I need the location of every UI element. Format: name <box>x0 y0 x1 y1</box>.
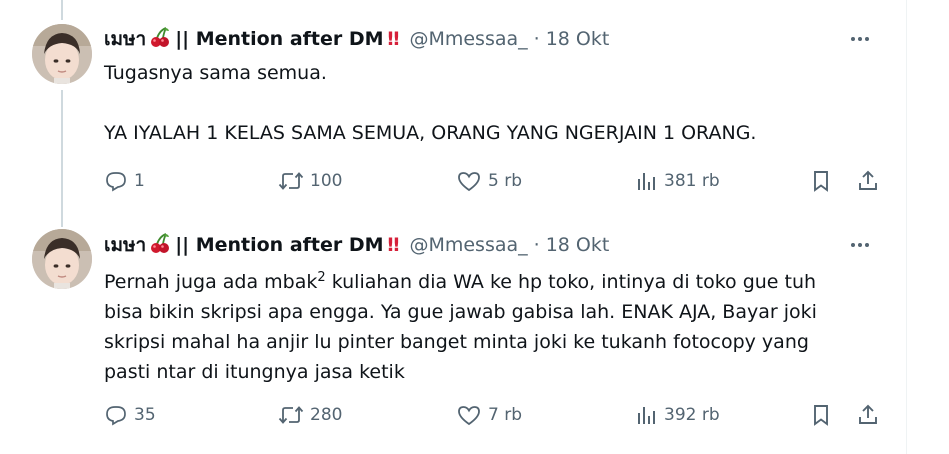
views-count: 381 rb <box>664 171 720 191</box>
like-count: 5 rb <box>488 171 522 191</box>
like-icon <box>458 406 480 426</box>
views-button[interactable]: 392 rb <box>634 400 720 430</box>
tweet-text-line: skripsi mahal ha anjir lu pinter banget … <box>104 331 809 353</box>
avatar[interactable] <box>32 229 92 289</box>
tweet-text-line <box>104 88 884 118</box>
reply-count: 35 <box>134 405 156 425</box>
superscript: 2 <box>317 270 326 285</box>
timestamp[interactable]: 18 Okt <box>546 234 610 256</box>
bookmark-button[interactable] <box>809 400 839 430</box>
cherry-icon <box>149 232 171 259</box>
tweet-header: เมษา || Mention after DM ‼ @Mmessaa_ · 1… <box>104 231 609 259</box>
views-icon <box>638 173 655 190</box>
double-exclamation-icon: ‼ <box>387 234 400 256</box>
more-button[interactable] <box>848 27 872 51</box>
handle[interactable]: @Mmessaa_ <box>409 28 527 50</box>
tweet-header: เมษา || Mention after DM ‼ @Mmessaa_ · 1… <box>104 25 609 53</box>
display-name[interactable]: เมษา <box>104 230 146 260</box>
reply-button[interactable]: 35 <box>104 400 156 430</box>
tweet-text-line: Pernah juga ada mbak2 kuliahan dia WA ke… <box>104 263 884 297</box>
retweet-count: 100 <box>310 171 343 191</box>
reply-icon <box>106 172 126 192</box>
display-name-suffix[interactable]: || Mention after DM <box>175 28 383 50</box>
avatar[interactable] <box>32 24 92 84</box>
more-icon <box>851 243 869 247</box>
action-bar: 35 280 7 rb 392 rb <box>104 400 884 430</box>
tweet-text-line: bisa bikin skripsi apa engga. Ya gue jaw… <box>104 301 817 323</box>
bookmark-icon <box>814 405 828 426</box>
tweet-text-line: pasti ntar di itungnya jasa ketik <box>104 361 405 383</box>
retweet-icon <box>278 406 304 424</box>
tweet-text-line: Tugasnya sama semua. <box>104 62 327 84</box>
double-exclamation-icon: ‼ <box>387 28 400 50</box>
reply-button[interactable]: 1 <box>104 166 145 196</box>
share-button[interactable] <box>856 166 886 196</box>
views-count: 392 rb <box>664 405 720 425</box>
retweet-button[interactable]: 280 <box>278 400 342 430</box>
cherry-icon <box>149 26 171 53</box>
reply-count: 1 <box>134 171 145 191</box>
tweet-text-segment: Pernah juga ada mbak <box>104 271 318 293</box>
share-icon <box>859 170 877 190</box>
tweet-text: Pernah juga ada mbak2 kuliahan dia WA ke… <box>104 263 884 387</box>
share-icon <box>859 404 877 424</box>
display-name[interactable]: เมษา <box>104 24 146 54</box>
retweet-icon <box>278 172 304 190</box>
more-button[interactable] <box>848 233 872 257</box>
share-button[interactable] <box>856 400 886 430</box>
tweet-text-segment: kuliahan dia WA ke hp toko, intinya di t… <box>325 271 817 293</box>
reply-icon <box>106 406 126 426</box>
separator: · <box>533 28 540 50</box>
bookmark-button[interactable] <box>809 166 839 196</box>
timestamp[interactable]: 18 Okt <box>546 28 610 50</box>
tweet[interactable]: เมษา || Mention after DM ‼ @Mmessaa_ · 1… <box>0 220 906 454</box>
display-name-suffix[interactable]: || Mention after DM <box>175 234 383 256</box>
more-icon <box>851 37 869 41</box>
tweet[interactable]: เมษา || Mention after DM ‼ @Mmessaa_ · 1… <box>0 0 906 220</box>
handle[interactable]: @Mmessaa_ <box>409 234 527 256</box>
like-count: 7 rb <box>488 405 522 425</box>
like-button[interactable]: 5 rb <box>456 166 522 196</box>
views-button[interactable]: 381 rb <box>634 166 720 196</box>
views-icon <box>638 407 655 424</box>
like-icon <box>458 172 480 192</box>
like-button[interactable]: 7 rb <box>456 400 522 430</box>
timeline: เมษา || Mention after DM ‼ @Mmessaa_ · 1… <box>0 0 907 454</box>
bookmark-icon <box>814 171 828 192</box>
tweet-text: Tugasnya sama semua. YA IYALAH 1 KELAS S… <box>104 58 884 148</box>
tweet-text-line: YA IYALAH 1 KELAS SAMA SEMUA, ORANG YANG… <box>104 122 757 144</box>
retweet-count: 280 <box>310 405 343 425</box>
retweet-button[interactable]: 100 <box>278 166 342 196</box>
action-bar: 1 100 5 rb 381 rb <box>104 166 884 196</box>
separator: · <box>533 234 540 256</box>
